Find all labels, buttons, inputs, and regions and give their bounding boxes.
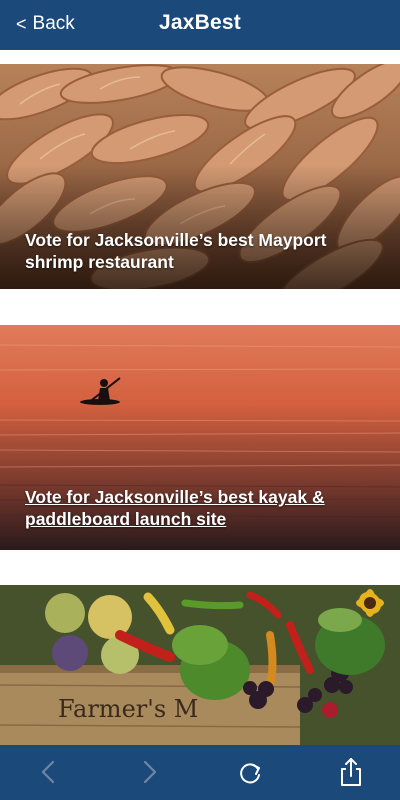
farmers-market-photo: Farmer's M xyxy=(0,585,400,745)
article-headline[interactable]: Vote for Jacksonville’s best kayak & pad… xyxy=(25,486,380,530)
top-nav-bar: < Back JaxBest xyxy=(0,0,400,50)
back-arrow-icon[interactable] xyxy=(32,755,66,789)
article-card-shrimp[interactable]: Vote for Jacksonville’s best Mayport shr… xyxy=(0,64,400,289)
reload-icon[interactable] xyxy=(234,755,268,789)
share-icon[interactable] xyxy=(334,755,368,789)
article-card-kayak[interactable]: Vote for Jacksonville’s best kayak & pad… xyxy=(0,325,400,550)
app-title: JaxBest xyxy=(159,11,241,34)
crate-sign-text: Farmer's M xyxy=(58,695,198,723)
forward-arrow-icon[interactable] xyxy=(132,755,166,789)
article-headline: Vote for Jacksonville’s best Mayport shr… xyxy=(25,230,327,272)
article-card-farmers-market[interactable]: Farmer's M xyxy=(0,585,400,745)
bottom-toolbar xyxy=(0,745,400,800)
